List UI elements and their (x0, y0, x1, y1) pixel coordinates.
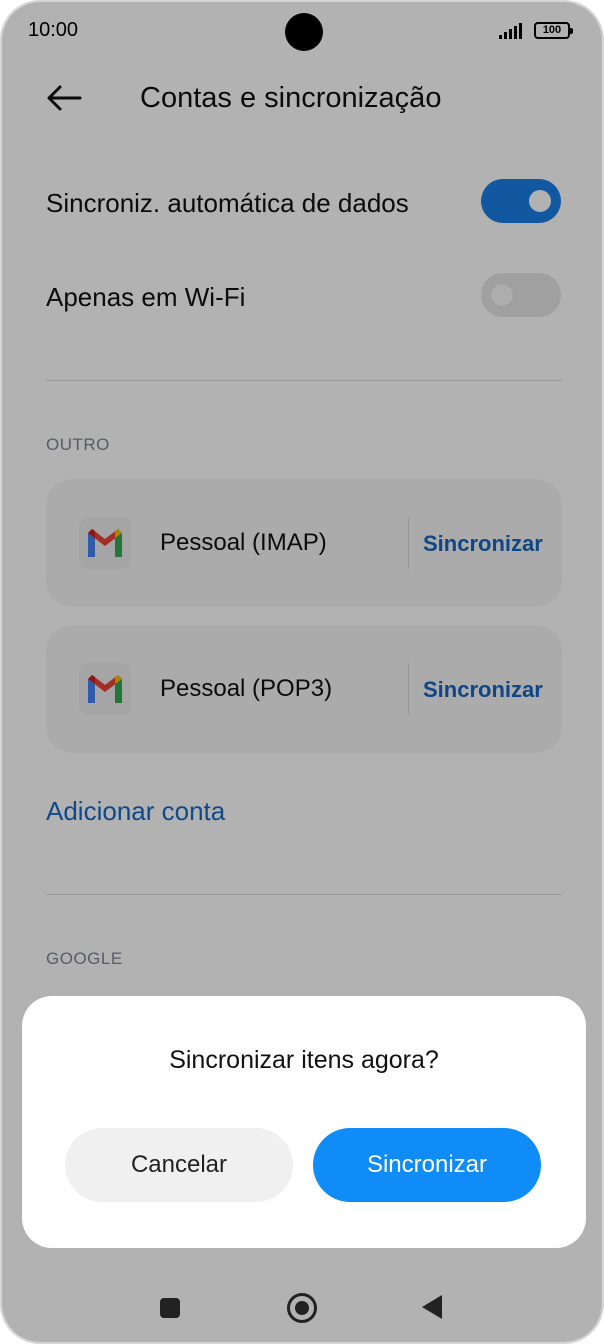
confirm-sync-button[interactable]: Sincronizar (313, 1128, 541, 1202)
sync-dialog: Sincronizar itens agora? Cancelar Sincro… (22, 996, 586, 1248)
cancel-button[interactable]: Cancelar (65, 1128, 293, 1202)
recent-apps-icon[interactable] (160, 1298, 180, 1318)
back-icon[interactable] (422, 1295, 442, 1319)
phone-frame: 10:00 100 Contas e sincronização Sincron… (0, 0, 604, 1344)
home-icon[interactable] (287, 1293, 317, 1323)
navigation-bar (2, 1248, 602, 1342)
settings-screen: 10:00 100 Contas e sincronização Sincron… (2, 2, 602, 1342)
dialog-title: Sincronizar itens agora? (169, 1046, 439, 1074)
